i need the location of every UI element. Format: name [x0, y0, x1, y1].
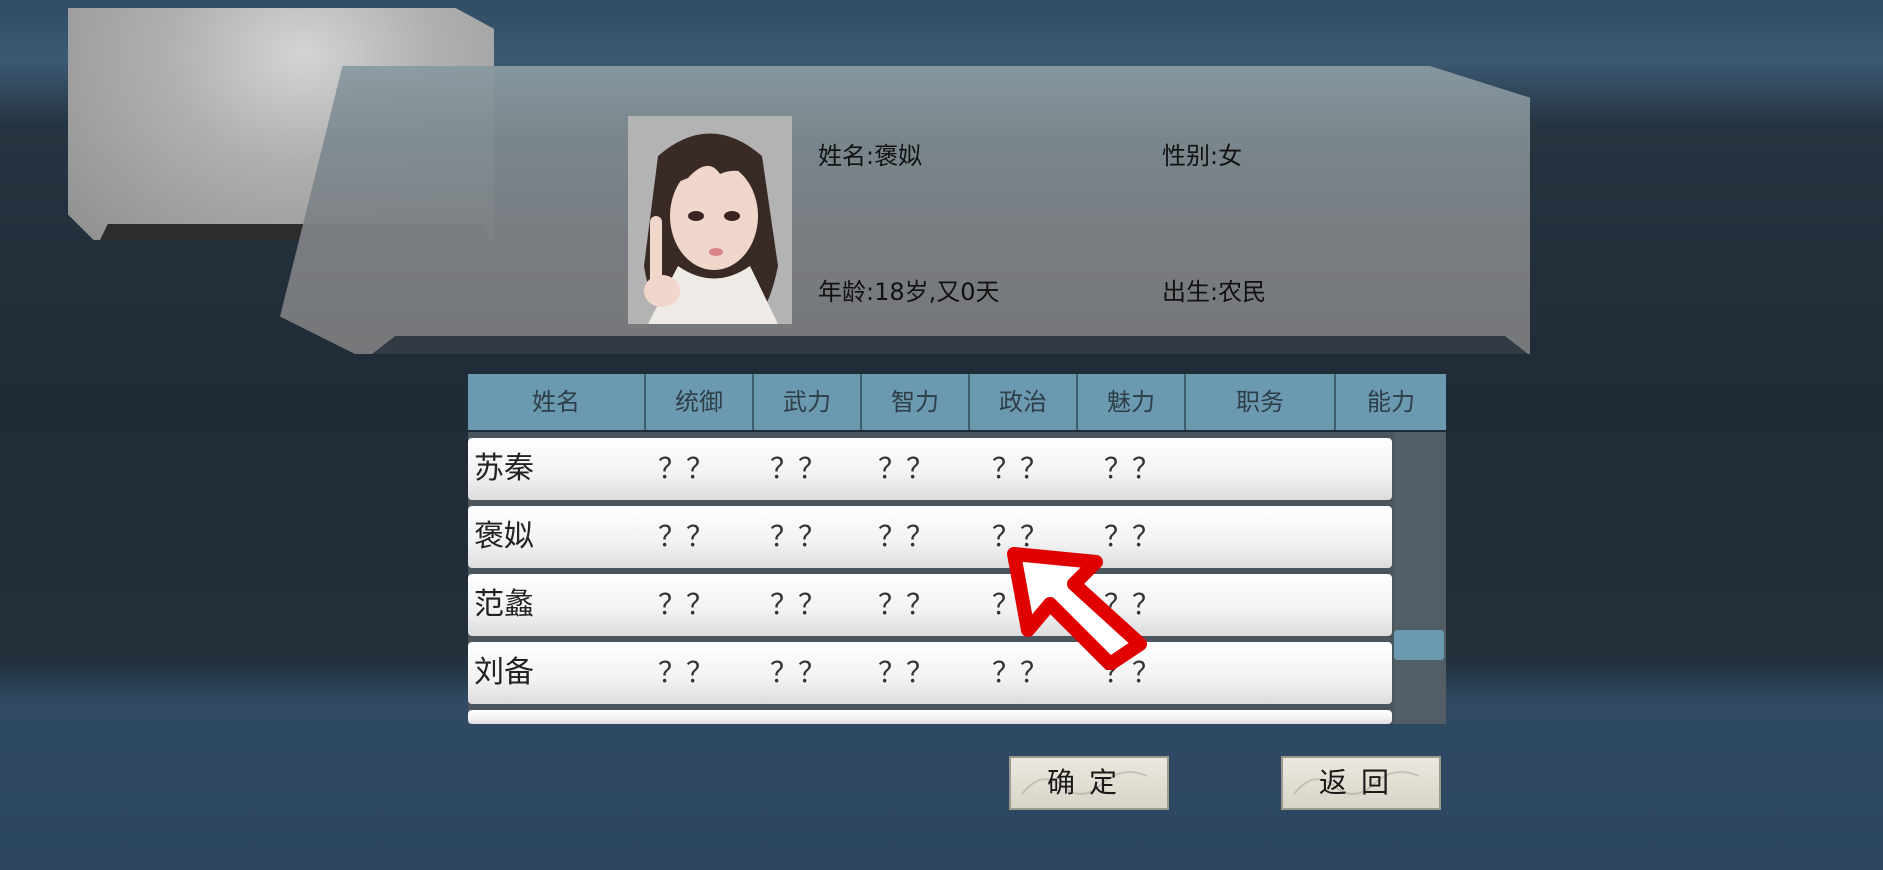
row-force: ？？	[770, 452, 827, 485]
row-intelligence: ？？	[878, 520, 935, 553]
table-row[interactable]: 苏秦 ？？ ？？ ？？ ？？ ？？	[468, 438, 1392, 500]
character-gender-label: 性别:女	[1162, 142, 1243, 170]
back-button[interactable]: 返回	[1281, 756, 1441, 810]
row-command: ？？	[658, 656, 715, 689]
row-force: ？？	[770, 588, 827, 621]
header-intelligence[interactable]: 智力	[862, 374, 970, 430]
character-table-body[interactable]: 苏秦 ？？ ？？ ？？ ？？ ？？ 褒姒 ？？ ？？ ？？ ？？ ？？ 范蠡 ？…	[468, 432, 1446, 724]
row-intelligence: ？？	[878, 656, 935, 689]
row-politics: ？？	[992, 452, 1049, 485]
table-scrollbar-thumb[interactable]	[1394, 630, 1444, 660]
character-name-label: 姓名:褒姒	[818, 142, 923, 170]
row-intelligence: ？？	[878, 452, 935, 485]
table-row[interactable]: 刘备 ？？ ？？ ？？ ？？ ？？	[468, 642, 1392, 704]
character-info-panel	[280, 66, 1530, 354]
back-button-label: 返回	[1318, 766, 1403, 799]
row-command: ？？	[658, 520, 715, 553]
header-command[interactable]: 统御	[646, 374, 754, 430]
character-birth-label: 出生:农民	[1162, 278, 1267, 306]
table-row-partial[interactable]	[468, 710, 1392, 724]
row-command: ？？	[658, 452, 715, 485]
row-intelligence: ？？	[878, 588, 935, 621]
table-row[interactable]: 褒姒 ？？ ？？ ？？ ？？ ？？	[468, 506, 1392, 568]
row-charm: ？？	[1104, 452, 1161, 485]
row-name: 褒姒	[474, 519, 534, 554]
arrow-pointer-icon	[1007, 547, 1147, 670]
row-name: 苏秦	[474, 451, 534, 486]
character-portrait	[628, 116, 792, 324]
character-table-header: 姓名 统御 武力 智力 政治 魅力 职务 能力	[468, 374, 1446, 430]
header-charm[interactable]: 魅力	[1078, 374, 1186, 430]
header-position[interactable]: 职务	[1186, 374, 1336, 430]
row-name: 范蠡	[474, 587, 534, 622]
character-info-panel-shadow	[372, 336, 1528, 354]
character-age-label: 年龄:18岁,又0天	[818, 278, 1000, 306]
row-name: 刘备	[474, 655, 534, 690]
table-scrollbar-track[interactable]	[1394, 432, 1446, 724]
header-force[interactable]: 武力	[754, 374, 862, 430]
header-name[interactable]: 姓名	[468, 374, 646, 430]
row-force: ？？	[770, 656, 827, 689]
table-row[interactable]: 范蠡 ？？ ？？ ？？ ？？ ？？	[468, 574, 1392, 636]
row-force: ？？	[770, 520, 827, 553]
confirm-button[interactable]: 确定	[1009, 756, 1169, 810]
confirm-button-label: 确定	[1046, 766, 1131, 799]
header-politics[interactable]: 政治	[970, 374, 1078, 430]
row-command: ？？	[658, 588, 715, 621]
header-ability[interactable]: 能力	[1336, 374, 1446, 430]
